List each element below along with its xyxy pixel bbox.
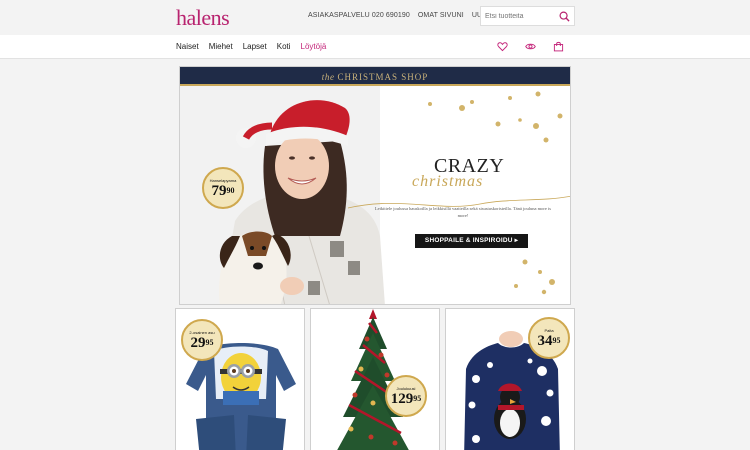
- product-card-pajamas[interactable]: 2-osainen asu 2995: [175, 308, 305, 450]
- badge-cents: 95: [413, 394, 422, 403]
- category-menu: Naiset Miehet Lapset Koti Löytöjä: [176, 42, 326, 51]
- product-card-sweater[interactable]: Paita 3495: [445, 308, 575, 450]
- christmas-shop-strip: the CHRISTMAS SHOP: [180, 67, 570, 84]
- nav-item-loytoja[interactable]: Löytöjä: [301, 42, 327, 51]
- price-badge-pajamas: 2-osainen asu 2995: [181, 319, 223, 361]
- hero-headline-script: christmas: [412, 173, 484, 190]
- hero-badge-cents: 90: [226, 186, 235, 195]
- badge-price: 29: [190, 335, 206, 351]
- nav-item-miehet[interactable]: Miehet: [209, 42, 233, 51]
- heart-icon[interactable]: [497, 41, 508, 52]
- badge-price: 34: [537, 333, 553, 349]
- price-badge-sweater: Paita 3495: [528, 317, 570, 359]
- shopping-bag-icon[interactable]: [553, 41, 564, 52]
- hero-body-text: Leikittele joulussa hauskoilla ja leikki…: [374, 206, 552, 218]
- price-badge-christmas-tree: Joulukuusi 12995: [385, 375, 427, 417]
- product-card-christmas-tree[interactable]: Joulukuusi 12995: [310, 308, 440, 450]
- my-pages-link[interactable]: OMAT SIVUNI: [418, 12, 464, 19]
- strip-title: CHRISTMAS SHOP: [337, 72, 429, 82]
- search-input[interactable]: [485, 10, 557, 22]
- main-navigation: Naiset Miehet Lapset Koti Löytöjä: [0, 35, 750, 59]
- shop-and-inspire-button[interactable]: SHOPPAILE & INSPIROIDU ▸: [415, 234, 528, 248]
- badge-cents: 95: [552, 336, 561, 345]
- nav-icons: [497, 41, 564, 52]
- product-image-christmas-tree: [311, 309, 439, 450]
- search-icon[interactable]: [559, 11, 570, 22]
- badge-price: 129: [390, 391, 414, 407]
- nav-item-koti[interactable]: Koti: [277, 42, 291, 51]
- eye-icon[interactable]: [525, 41, 536, 52]
- customer-service-link[interactable]: ASIAKASPALVELU 020 690190: [308, 12, 410, 19]
- nav-item-lapset[interactable]: Lapset: [243, 42, 267, 51]
- hero-price-badge: Hanselapyama 7990: [202, 167, 244, 209]
- strip-prefix: the: [321, 72, 335, 82]
- nav-item-naiset[interactable]: Naiset: [176, 42, 199, 51]
- christmas-shop-banner[interactable]: the CHRISTMAS SHOP Hanselapyama 7990 CRA…: [179, 66, 571, 305]
- halens-logo[interactable]: halens: [176, 5, 230, 31]
- search-box: [480, 6, 575, 26]
- top-header: halens ASIAKASPALVELU 020 690190 OMAT SI…: [0, 0, 750, 35]
- badge-cents: 95: [205, 338, 214, 347]
- hero-badge-price: 79: [211, 183, 227, 199]
